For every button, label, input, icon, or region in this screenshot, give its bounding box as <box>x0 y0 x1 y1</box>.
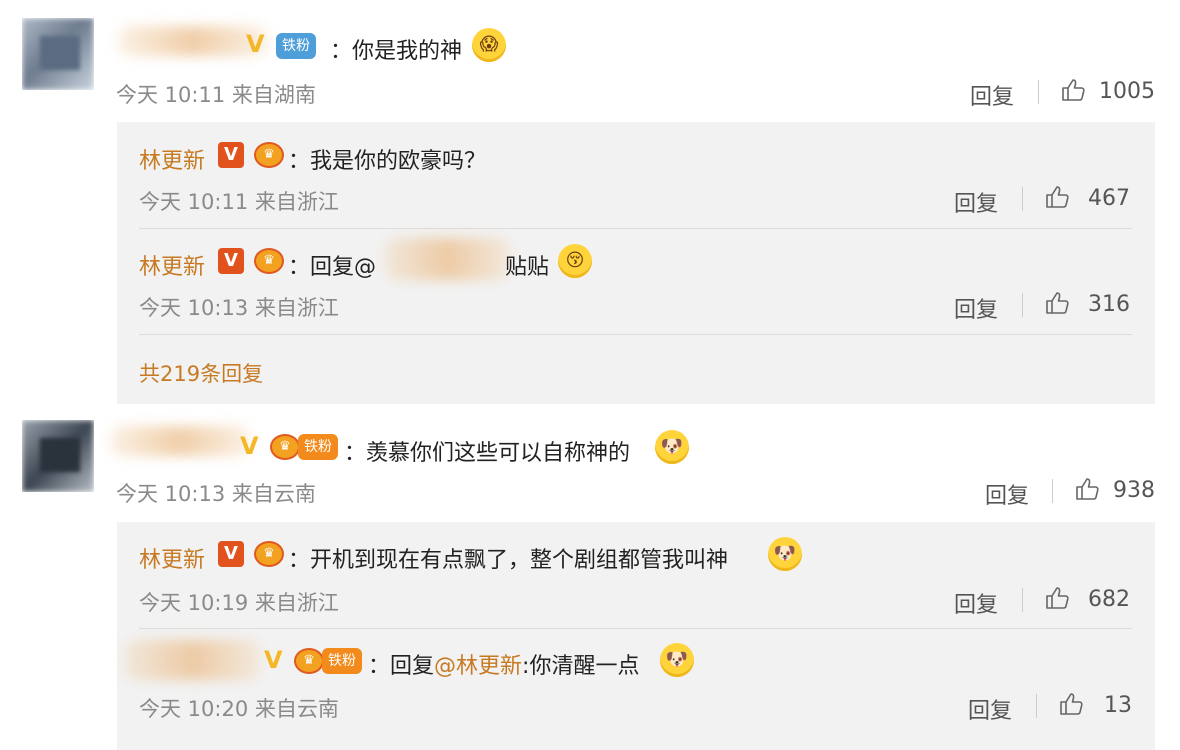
reply-text-suffix: 贴贴 <box>505 255 550 280</box>
like-count: 1005 <box>1099 79 1155 104</box>
like-count: 938 <box>1113 478 1155 503</box>
reply-time: 今天 10:19 来自浙江 <box>139 591 339 615</box>
mention-link[interactable]: @林更新 <box>434 654 522 679</box>
verified-icon: V <box>218 142 244 168</box>
like-icon[interactable] <box>1074 476 1100 502</box>
divider <box>1052 479 1053 503</box>
verified-icon: V <box>218 248 244 274</box>
fan-badge: 铁粉 <box>298 434 338 460</box>
reply-time: 今天 10:20 来自云南 <box>139 697 339 721</box>
like-icon[interactable] <box>1044 184 1070 210</box>
doge-emoji-icon: 🐶 <box>660 643 694 677</box>
reply-button[interactable]: 回复 <box>954 186 998 218</box>
reply-text: ：开机到现在有点飘了，整个剧组都管我叫神 <box>288 548 729 573</box>
reply-text-prefix: ：回复@ <box>288 255 377 280</box>
crown-icon: ♛ <box>254 142 284 168</box>
reply-button[interactable]: 回复 <box>970 79 1014 111</box>
like-count: 682 <box>1088 587 1130 612</box>
kiss-emoji-icon: 😚 <box>558 244 592 278</box>
like-icon[interactable] <box>1044 585 1070 611</box>
divider <box>1022 588 1023 612</box>
divider <box>1038 80 1039 104</box>
scared-emoji-icon: 😱 <box>472 28 506 62</box>
divider <box>1022 293 1023 317</box>
fan-badge: 铁粉 <box>322 648 362 674</box>
divider <box>1022 187 1023 211</box>
crown-icon: ♛ <box>270 434 300 460</box>
doge-emoji-icon: 🐶 <box>768 537 802 571</box>
comment-time: 今天 10:13 来自云南 <box>116 482 316 506</box>
like-icon[interactable] <box>1058 691 1084 717</box>
reply-text: ：回复@林更新:你清醒一点 <box>368 654 640 679</box>
fan-badge: 铁粉 <box>276 33 316 59</box>
crown-icon: ♛ <box>254 541 284 567</box>
divider <box>1036 694 1037 718</box>
reply-author[interactable]: 林更新 <box>139 249 205 281</box>
verified-icon: V <box>264 646 283 674</box>
reply-time: 今天 10:13 来自浙江 <box>139 296 339 320</box>
divider <box>139 228 1132 229</box>
like-count: 316 <box>1088 292 1130 317</box>
crown-icon: ♛ <box>294 648 324 674</box>
verified-icon: V <box>218 541 244 567</box>
like-count: 467 <box>1088 186 1130 211</box>
reply-author[interactable]: 林更新 <box>139 542 205 574</box>
verified-icon: V <box>246 30 265 58</box>
divider <box>139 628 1132 629</box>
username-blurred[interactable] <box>125 640 260 680</box>
username-blurred[interactable] <box>110 426 250 456</box>
reply-button[interactable]: 回复 <box>954 587 998 619</box>
like-count: 13 <box>1104 693 1132 718</box>
like-icon[interactable] <box>1044 290 1070 316</box>
divider <box>139 334 1132 335</box>
crown-icon: ♛ <box>254 248 284 274</box>
verified-icon: V <box>240 432 259 460</box>
comment-time: 今天 10:11 来自湖南 <box>116 83 316 107</box>
reply-author[interactable]: 林更新 <box>139 143 205 175</box>
comment-text: ：你是我的神 <box>330 39 463 64</box>
avatar[interactable] <box>22 420 94 492</box>
mention-blurred[interactable] <box>385 238 510 280</box>
more-replies-link[interactable]: 共219条回复 <box>139 358 263 388</box>
reply-time: 今天 10:11 来自浙江 <box>139 190 339 214</box>
reply-button[interactable]: 回复 <box>968 693 1012 725</box>
like-icon[interactable] <box>1060 77 1086 103</box>
reply-button[interactable]: 回复 <box>985 478 1029 510</box>
reply-text: ：我是你的欧豪吗？ <box>288 149 487 174</box>
reply-button[interactable]: 回复 <box>954 292 998 324</box>
comment-text: ：羡慕你们这些可以自称神的 <box>344 441 631 466</box>
avatar[interactable] <box>22 18 94 90</box>
doge-emoji-icon: 🐶 <box>655 430 689 464</box>
